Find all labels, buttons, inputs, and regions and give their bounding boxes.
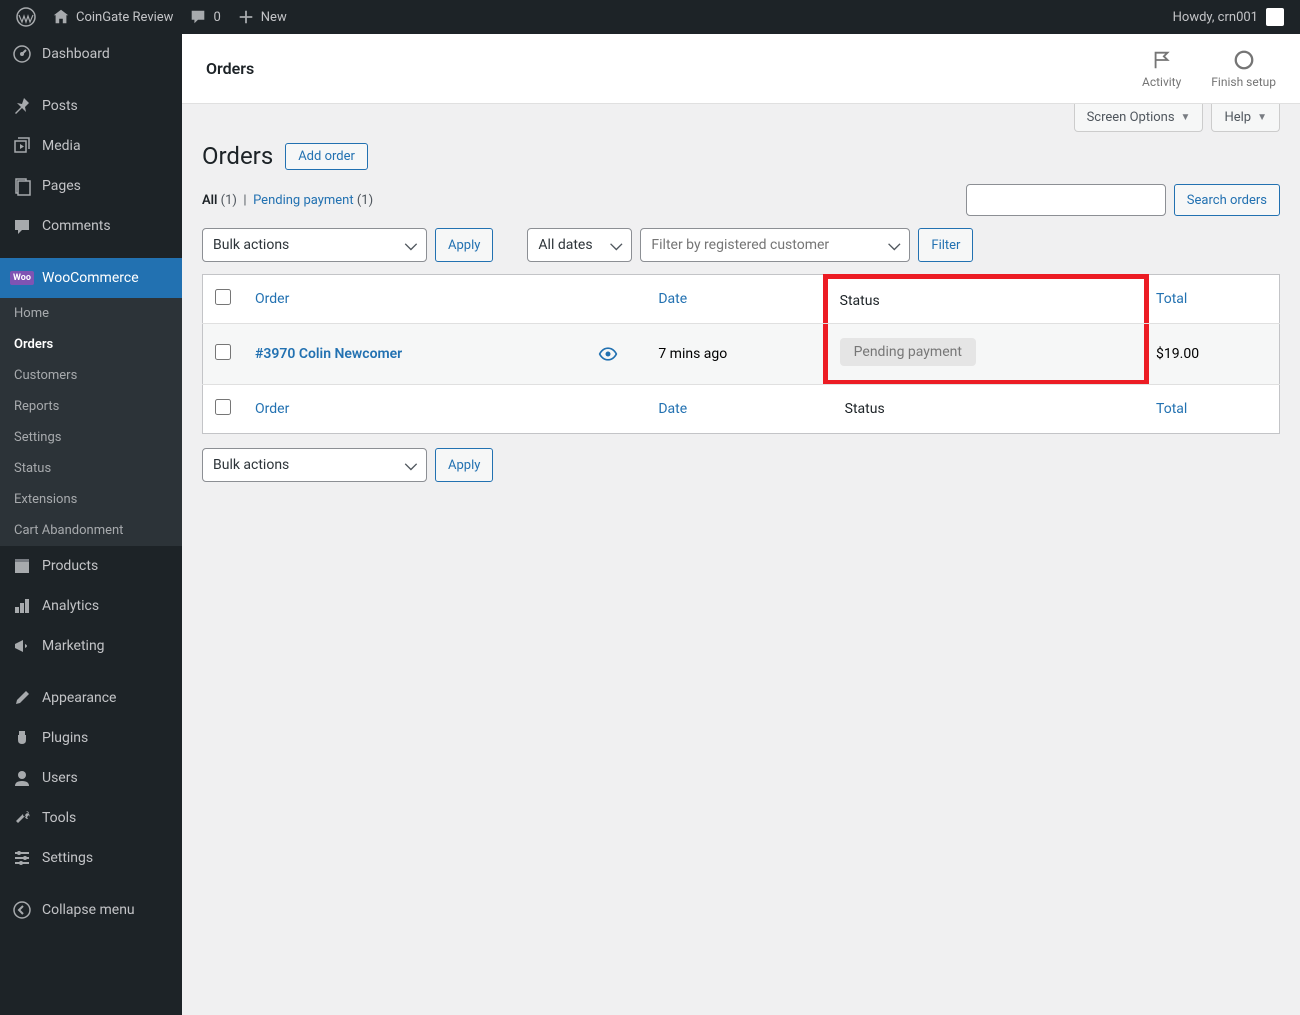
subsubsub: All (1) | Pending payment (1) [202, 193, 373, 208]
col-order-foot[interactable]: Order [243, 385, 586, 434]
col-total[interactable]: Total [1144, 275, 1279, 324]
status-badge: Pending payment [840, 338, 976, 366]
menu-media[interactable]: Media [0, 126, 182, 166]
chevron-down-icon: ▼ [1257, 112, 1267, 123]
main-content: Orders Activity Finish setup Screen Opti… [182, 34, 1300, 1015]
menu-pages[interactable]: Pages [0, 166, 182, 206]
add-order-button[interactable]: Add order [285, 143, 368, 170]
orders-table: Order Date Status Total #3970 Colin Newc… [202, 274, 1280, 434]
col-status-foot[interactable]: Status [833, 385, 1144, 434]
table-row[interactable]: #3970 Colin Newcomer 7 mins ago Pending … [203, 324, 1280, 385]
customer-filter-input[interactable] [640, 228, 910, 262]
woocommerce-icon: Woo [12, 268, 32, 288]
menu-settings[interactable]: Settings [0, 838, 182, 878]
admin-bar: CoinGate Review 0 New Howdy, crn001 [0, 0, 1300, 34]
help-tab[interactable]: Help ▼ [1211, 104, 1280, 132]
menu-products[interactable]: Products [0, 546, 182, 586]
collapse-icon [12, 900, 32, 920]
circle-icon [1211, 49, 1276, 71]
menu-appearance[interactable]: Appearance [0, 678, 182, 718]
topbar-title: Orders [206, 59, 254, 78]
brush-icon [12, 688, 32, 708]
site-name: CoinGate Review [76, 10, 173, 25]
howdy-text: Howdy, crn001 [1173, 10, 1258, 25]
menu-posts[interactable]: Posts [0, 86, 182, 126]
bulk-actions-select[interactable]: Bulk actions [202, 228, 427, 262]
new-label: New [261, 10, 287, 25]
select-all-checkbox[interactable] [215, 289, 231, 305]
search-orders-button[interactable]: Search orders [1174, 184, 1280, 216]
user-icon [12, 768, 32, 788]
page-title: Orders [202, 142, 273, 170]
order-total: $19.00 [1144, 324, 1279, 385]
comments-icon [12, 216, 32, 236]
dashboard-icon [12, 44, 32, 64]
screen-options-tab[interactable]: Screen Options ▼ [1074, 104, 1204, 132]
row-checkbox[interactable] [215, 344, 231, 360]
menu-dashboard[interactable]: Dashboard [0, 34, 182, 74]
eye-icon[interactable] [586, 324, 646, 385]
woocommerce-submenu: Home Orders Customers Reports Settings S… [0, 298, 182, 546]
submenu-settings[interactable]: Settings [0, 422, 182, 453]
menu-analytics[interactable]: Analytics [0, 586, 182, 626]
submenu-home[interactable]: Home [0, 298, 182, 329]
woo-topbar: Orders Activity Finish setup [182, 34, 1300, 104]
products-icon [12, 556, 32, 576]
megaphone-icon [12, 636, 32, 656]
sliders-icon [12, 848, 32, 868]
menu-woocommerce[interactable]: Woo WooCommerce [0, 258, 182, 298]
apply-button-bottom[interactable]: Apply [435, 448, 493, 482]
activity-button[interactable]: Activity [1142, 49, 1181, 89]
wp-logo[interactable] [8, 0, 44, 34]
comments-count: 0 [213, 10, 220, 25]
order-link[interactable]: #3970 Colin Newcomer [255, 346, 402, 362]
select-all-checkbox-bottom[interactable] [215, 399, 231, 415]
screen-tabs: Screen Options ▼ Help ▼ [182, 104, 1300, 132]
search-input[interactable] [966, 184, 1166, 216]
col-date[interactable]: Date [646, 275, 832, 324]
comments-link[interactable]: 0 [181, 0, 228, 34]
submenu-extensions[interactable]: Extensions [0, 484, 182, 515]
apply-button-top[interactable]: Apply [435, 228, 493, 262]
account-link[interactable]: Howdy, crn001 [1173, 8, 1292, 26]
filter-button[interactable]: Filter [918, 228, 973, 262]
col-status[interactable]: Status [823, 274, 1149, 323]
bulk-actions-select-bottom[interactable]: Bulk actions [202, 448, 427, 482]
submenu-reports[interactable]: Reports [0, 391, 182, 422]
menu-users[interactable]: Users [0, 758, 182, 798]
submenu-cart-abandonment[interactable]: Cart Abandonment [0, 515, 182, 546]
submenu-status[interactable]: Status [0, 453, 182, 484]
flag-icon [1142, 49, 1181, 71]
submenu-customers[interactable]: Customers [0, 360, 182, 391]
new-link[interactable]: New [229, 0, 295, 34]
site-link[interactable]: CoinGate Review [44, 0, 181, 34]
order-date: 7 mins ago [646, 324, 832, 385]
analytics-icon [12, 596, 32, 616]
col-date-foot[interactable]: Date [646, 385, 832, 434]
media-icon [12, 136, 32, 156]
pin-icon [12, 96, 32, 116]
filter-all[interactable]: All [202, 193, 217, 208]
dates-filter-select[interactable]: All dates [527, 228, 632, 262]
submenu-orders[interactable]: Orders [0, 329, 182, 360]
avatar [1266, 8, 1284, 26]
plug-icon [12, 728, 32, 748]
admin-sidebar: Dashboard Posts Media Pages Comments Woo… [0, 34, 182, 1015]
menu-plugins[interactable]: Plugins [0, 718, 182, 758]
menu-marketing[interactable]: Marketing [0, 626, 182, 666]
wrench-icon [12, 808, 32, 828]
collapse-menu[interactable]: Collapse menu [0, 890, 182, 930]
col-order[interactable]: Order [243, 275, 586, 324]
filter-pending[interactable]: Pending payment [253, 193, 354, 208]
pages-icon [12, 176, 32, 196]
chevron-down-icon: ▼ [1181, 112, 1191, 123]
menu-tools[interactable]: Tools [0, 798, 182, 838]
col-total-foot[interactable]: Total [1144, 385, 1279, 434]
finish-setup-button[interactable]: Finish setup [1211, 49, 1276, 89]
menu-comments[interactable]: Comments [0, 206, 182, 246]
